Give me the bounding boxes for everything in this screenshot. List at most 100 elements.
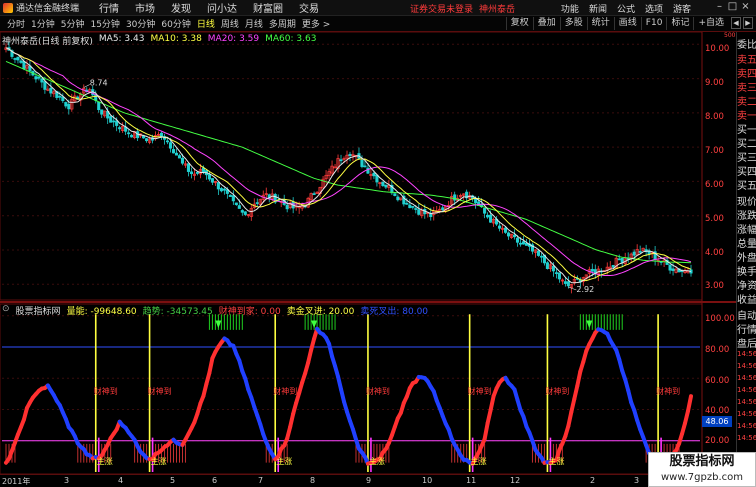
candle-body <box>632 251 636 256</box>
date-label: 3 <box>634 476 640 485</box>
tab-more[interactable]: 更多 > <box>299 17 333 30</box>
draw-line-button[interactable]: 画线 <box>613 17 641 30</box>
candle-body <box>551 265 555 272</box>
menu-faxian[interactable]: 发现 <box>163 0 199 15</box>
candle-body <box>611 265 615 268</box>
overlay-button[interactable]: 叠加 <box>532 17 560 30</box>
menu-youke[interactable]: 游客 <box>668 2 696 15</box>
multi-stock-button[interactable]: 多股 <box>559 17 587 30</box>
date-label: 7 <box>258 476 264 485</box>
toolbar-arrows: ◀ ▶ <box>731 17 753 29</box>
date-label: 12 <box>510 476 521 485</box>
side-label-sell3: 卖三 <box>737 83 756 94</box>
menu-shichang[interactable]: 市场 <box>127 0 163 15</box>
close-icon[interactable]: × <box>739 1 752 12</box>
indicator-settings-icon[interactable]: ⊙ <box>2 304 10 317</box>
date-axis: 2011年 3 4 5 6 7 8 9 10 11 12 2 3 <box>0 474 700 487</box>
tab-fenshi[interactable]: 分时 <box>4 17 28 30</box>
login-warning[interactable]: 证券交易未登录 神州泰岳 <box>410 2 515 15</box>
candle-body <box>58 95 62 98</box>
tab-30min[interactable]: 30分钟 <box>123 17 158 30</box>
candle-body <box>40 78 44 83</box>
y-tick-5: 5.00 <box>705 214 724 224</box>
signal-label: 财神到 <box>148 386 172 396</box>
menu-xinwen[interactable]: 新闻 <box>584 2 612 15</box>
side-label-auto[interactable]: 自动 <box>737 307 756 322</box>
tab-60min[interactable]: 60分钟 <box>158 17 193 30</box>
menu-wenxiaoda[interactable]: 问小达 <box>199 0 245 15</box>
tick-time-1: 14:56 <box>737 350 756 358</box>
period-toolbar: 分时 1分钟 5分钟 15分钟 30分钟 60分钟 日线 周线 月线 多周期 更… <box>0 16 756 32</box>
candle-body <box>16 56 20 61</box>
maximize-icon[interactable]: □ <box>726 1 739 12</box>
candle-body <box>521 241 526 245</box>
candle-body <box>498 225 502 229</box>
menu-xuanxiang[interactable]: 选项 <box>640 2 668 15</box>
tab-multi-period[interactable]: 多周期 <box>266 17 299 30</box>
stats-button[interactable]: 统计 <box>586 17 614 30</box>
candle-body <box>177 155 182 159</box>
candle-body <box>566 281 570 287</box>
candle-body <box>109 116 113 123</box>
stock-label[interactable]: 神州泰岳(日线 前复权) <box>2 34 93 47</box>
candle-body <box>503 227 508 233</box>
date-label: 2 <box>590 476 596 485</box>
candle-body <box>112 120 116 123</box>
axis-top-mark: 500 <box>724 32 736 39</box>
main-chart-legend: 神州泰岳(日线 前复权) MA5: 3.43 MA10: 3.38 MA20: … <box>2 34 316 47</box>
date-label: 10 <box>422 476 433 485</box>
ma20-legend: MA20: 3.59 <box>207 34 260 44</box>
candle-body <box>67 103 71 110</box>
candle-body <box>417 209 421 215</box>
candle-body <box>97 101 101 110</box>
candle-body <box>100 109 104 115</box>
candle-body <box>441 207 445 211</box>
arrow-right-icon[interactable]: ▶ <box>743 17 753 29</box>
candle-body <box>381 181 385 186</box>
arrow-left-icon[interactable]: ◀ <box>731 17 741 29</box>
tab-5min[interactable]: 5分钟 <box>58 17 88 30</box>
f10-button[interactable]: F10 <box>640 17 667 30</box>
title-bar: 通达信金融终端 行情 市场 发现 问小达 财富圈 交易 证券交易未登录 神州泰岳 … <box>0 0 756 16</box>
minimize-icon[interactable]: – <box>713 1 726 12</box>
tab-daily[interactable]: 日线 <box>194 17 218 30</box>
date-label: 5 <box>170 476 176 485</box>
indicator-name[interactable]: 股票指标网 <box>16 304 61 317</box>
window-controls: – □ × <box>713 1 752 12</box>
side-label-quote[interactable]: 行情 <box>737 321 756 336</box>
tab-weekly[interactable]: 周线 <box>218 17 242 30</box>
mark-button[interactable]: 标记 <box>666 17 693 30</box>
add-watchlist-button[interactable]: +自选 <box>693 17 728 30</box>
ma60-legend: MA60: 3.63 <box>265 34 317 44</box>
candle-body <box>620 257 624 263</box>
tab-15min[interactable]: 15分钟 <box>87 17 122 30</box>
date-label: 9 <box>366 476 372 485</box>
indicator-value-sicha: 卖死叉出: 80.00 <box>360 307 429 317</box>
chart-tools: 复权 叠加 多股 统计 画线 F10 标记 +自选 <box>505 17 728 30</box>
candle-body <box>518 242 523 245</box>
side-label-afterhours[interactable]: 盘后 <box>737 335 756 350</box>
tab-monthly[interactable]: 月线 <box>242 17 266 30</box>
main-chart-frame <box>0 32 703 301</box>
candle-body <box>243 211 247 215</box>
side-label-eps: 收益 <box>737 295 756 306</box>
fuquan-button[interactable]: 复权 <box>505 17 533 30</box>
side-label-volume: 总量 <box>737 239 756 250</box>
menu-jiaoyi[interactable]: 交易 <box>291 0 327 15</box>
chart-canvas[interactable]: 8.74 2.92 财神到主涨 财神到主涨 财神到主涨 财神到主涨 财神到主涨 财神到主涨… <box>0 32 736 474</box>
tab-1min[interactable]: 1分钟 <box>28 17 58 30</box>
candle-body <box>222 188 226 191</box>
y-tick-8: 8.00 <box>705 112 724 122</box>
menu-hangqing[interactable]: 行情 <box>91 0 127 15</box>
candle-body <box>489 214 493 223</box>
high-annotation: 8.74 <box>90 78 108 87</box>
tick-time-2: 14:56 <box>737 362 756 370</box>
menu-caifuquan[interactable]: 财富圈 <box>245 0 291 15</box>
date-label: 2011年 <box>2 477 31 486</box>
menu-gongshi[interactable]: 公式 <box>612 2 640 15</box>
menu-gongneng[interactable]: 功能 <box>556 2 584 15</box>
indicator-current-value: 48.06 <box>702 416 732 427</box>
candle-body <box>563 281 567 284</box>
candle-body <box>372 172 376 177</box>
indicator-value-qushi: 趋势: -34573.45 <box>142 307 213 317</box>
